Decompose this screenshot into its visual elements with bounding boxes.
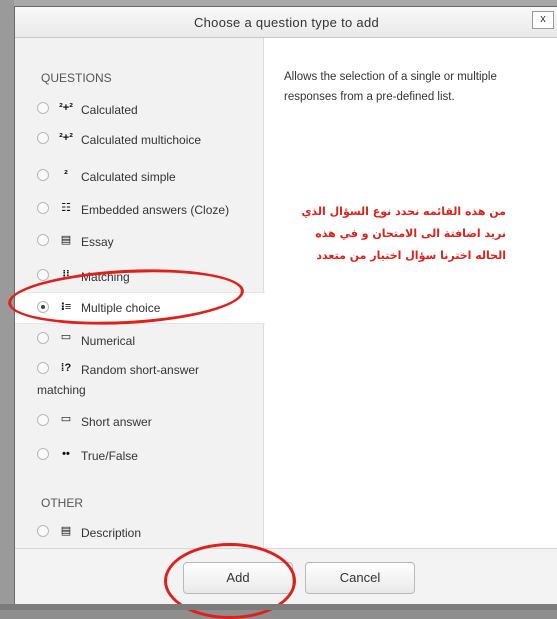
questions-heading: QUESTIONS [41,71,112,85]
annotation-line: نريد اضافتة الى الامتحان و في هذه [315,227,506,240]
radio-button[interactable] [37,169,49,181]
short-answer-icon: ▭ [60,413,72,425]
option-essay[interactable]: ▤ Essay [15,232,263,252]
option-label-continued: matching [37,383,86,397]
option-short-answer[interactable]: ▭ Short answer [15,412,263,432]
other-heading: OTHER [41,496,83,510]
option-calculated-multichoice[interactable]: ²+² Calculated multichoice [15,130,263,150]
random-short-answer-icon: ⁞? [60,362,72,374]
numerical-icon: ▭ [60,331,72,343]
option-label: Short answer [81,415,152,429]
calculated-icon: ²+² [59,102,73,114]
dialog-title: Choose a question type to add [193,15,380,30]
radio-button[interactable] [37,202,49,214]
radio-button[interactable] [37,448,49,460]
option-label: Calculated multichoice [81,133,202,147]
option-label: True/False [81,449,138,463]
radio-button[interactable] [37,234,49,246]
option-numerical[interactable]: ▭ Numerical [15,330,263,350]
radio-button[interactable] [37,525,49,537]
radio-button[interactable] [37,269,49,281]
close-button[interactable]: x [532,11,554,29]
calculated-simple-icon: ² [64,169,68,181]
radio-button[interactable] [37,132,49,144]
true-false-icon: •• [62,448,70,460]
option-random-short-answer-matching[interactable]: ⁞? Random short-answer matching [15,360,263,402]
cancel-button[interactable]: Cancel [305,562,415,594]
radio-button[interactable] [37,332,49,344]
essay-icon: ▤ [60,234,72,246]
radio-button[interactable] [37,414,49,426]
option-label: Numerical [81,334,136,348]
option-description[interactable]: ▤ Description [15,523,263,543]
question-type-description: Allows the selection of a single or mult… [284,71,497,103]
option-label: Calculated [81,103,138,117]
radio-button[interactable] [37,362,49,374]
option-calculated-simple[interactable]: ² Calculated simple [15,167,263,187]
calculated-multichoice-icon: ²+² [59,132,73,144]
annotation-text: من هذه القائمه نحدد نوع السؤال الذي نريد… [288,201,506,267]
option-label: Essay [81,235,114,249]
option-embedded-answers[interactable]: ☷ Embedded answers (Cloze) [15,200,263,220]
annotation-line: الحاله اخترنا سؤال اختيار من متعدد [316,249,506,262]
cloze-icon: ☷ [61,202,71,214]
annotation-line: من هذه القائمه نحدد نوع السؤال الذي [301,205,506,218]
option-label: Random short-answer [81,363,200,377]
background-bottom-edge [0,604,557,610]
dialog-header: Choose a question type to add x [15,7,557,38]
option-label: Calculated simple [81,170,176,184]
radio-button[interactable] [37,102,49,114]
option-calculated[interactable]: ²+² Calculated [15,100,263,120]
option-label: Description [81,526,142,540]
description-icon: ▤ [60,525,72,537]
option-true-false[interactable]: •• True/False [15,446,263,466]
option-label: Embedded answers (Cloze) [81,203,230,217]
